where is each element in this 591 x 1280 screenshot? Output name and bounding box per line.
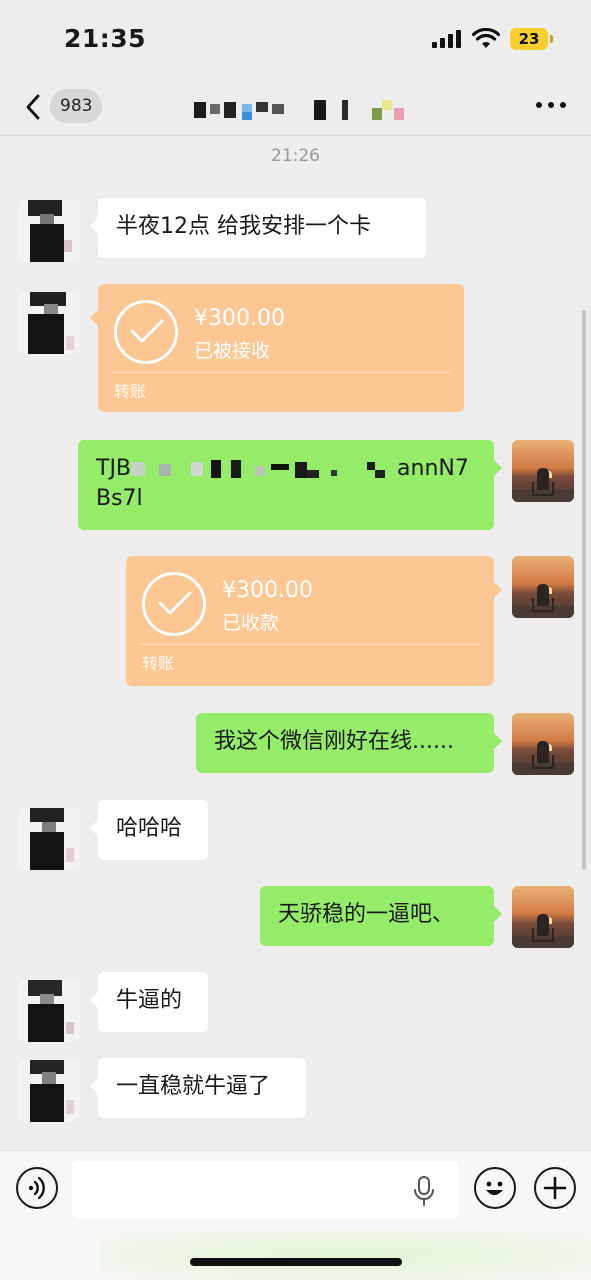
transfer-card-outgoing[interactable]: ¥300.00 已收款 转账	[126, 556, 502, 686]
self-avatar[interactable]	[512, 556, 574, 618]
contact-avatar[interactable]	[18, 980, 80, 1042]
battery-indicator: 23	[510, 28, 548, 50]
emoji-icon[interactable]	[474, 1167, 516, 1209]
message-text: 哈哈哈	[116, 816, 183, 841]
contact-avatar[interactable]	[18, 200, 80, 262]
plus-icon[interactable]	[534, 1167, 576, 1209]
message-bubble-outgoing[interactable]: TJB annN7 Bs7l	[78, 440, 502, 530]
message-bubble-outgoing[interactable]: 我这个微信刚好在线......	[196, 713, 502, 773]
transfer-amount: ¥300.00	[222, 578, 313, 603]
self-avatar[interactable]	[512, 440, 574, 502]
back-icon[interactable]	[22, 90, 46, 124]
status-bar: 21:35 23	[0, 0, 591, 80]
message-text: 一直稳就牛逼了	[116, 1074, 271, 1099]
wifi-icon	[472, 28, 500, 48]
pixelated-text	[131, 456, 397, 482]
message-bubble-incoming[interactable]: 半夜12点 给我安排一个卡	[90, 198, 426, 258]
message-input[interactable]	[72, 1161, 458, 1219]
home-indicator[interactable]	[190, 1258, 402, 1266]
unread-count-badge[interactable]: 983	[50, 89, 103, 123]
message-text-suffix: annN7	[397, 456, 469, 481]
message-text: 天骄稳的一逼吧、	[278, 902, 455, 927]
message-text: 我这个微信刚好在线......	[214, 729, 454, 754]
message-timestamp: 21:26	[271, 146, 320, 166]
voice-icon[interactable]	[16, 1167, 58, 1209]
contact-avatar[interactable]	[18, 808, 80, 870]
keyboard-glow	[100, 1230, 591, 1280]
chat-scrollbar[interactable]	[582, 310, 586, 870]
message-text-prefix: TJB	[96, 456, 132, 481]
signal-icon	[432, 30, 462, 48]
transfer-divider	[112, 372, 450, 373]
message-text: 半夜12点 给我安排一个卡	[116, 214, 371, 239]
transfer-divider	[140, 644, 480, 645]
battery-tip	[550, 35, 553, 43]
transfer-label: 转账	[114, 382, 147, 401]
self-avatar[interactable]	[512, 886, 574, 948]
chat-header: 983	[0, 80, 591, 136]
transfer-label: 转账	[142, 654, 175, 673]
transfer-amount: ¥300.00	[194, 306, 285, 331]
chat-title-pixelated	[188, 98, 410, 124]
message-text-line2: Bs7l	[96, 486, 143, 511]
check-icon	[142, 572, 206, 636]
transfer-status: 已被接收	[194, 340, 271, 362]
check-icon	[114, 300, 178, 364]
contact-avatar[interactable]	[18, 292, 80, 354]
contact-avatar[interactable]	[18, 1060, 80, 1122]
message-text: 牛逼的	[116, 988, 183, 1013]
more-icon[interactable]	[536, 102, 566, 110]
status-time: 21:35	[64, 24, 147, 53]
message-bubble-incoming[interactable]: 一直稳就牛逼了	[90, 1058, 306, 1118]
self-avatar[interactable]	[512, 713, 574, 775]
message-bubble-outgoing[interactable]: 天骄稳的一逼吧、	[260, 886, 502, 946]
transfer-card-incoming[interactable]: ¥300.00 已被接收 转账	[90, 284, 464, 412]
message-bubble-incoming[interactable]: 牛逼的	[90, 972, 208, 1032]
message-bubble-incoming[interactable]: 哈哈哈	[90, 800, 208, 860]
mic-icon[interactable]	[412, 1175, 436, 1207]
transfer-status: 已收款	[222, 612, 280, 634]
